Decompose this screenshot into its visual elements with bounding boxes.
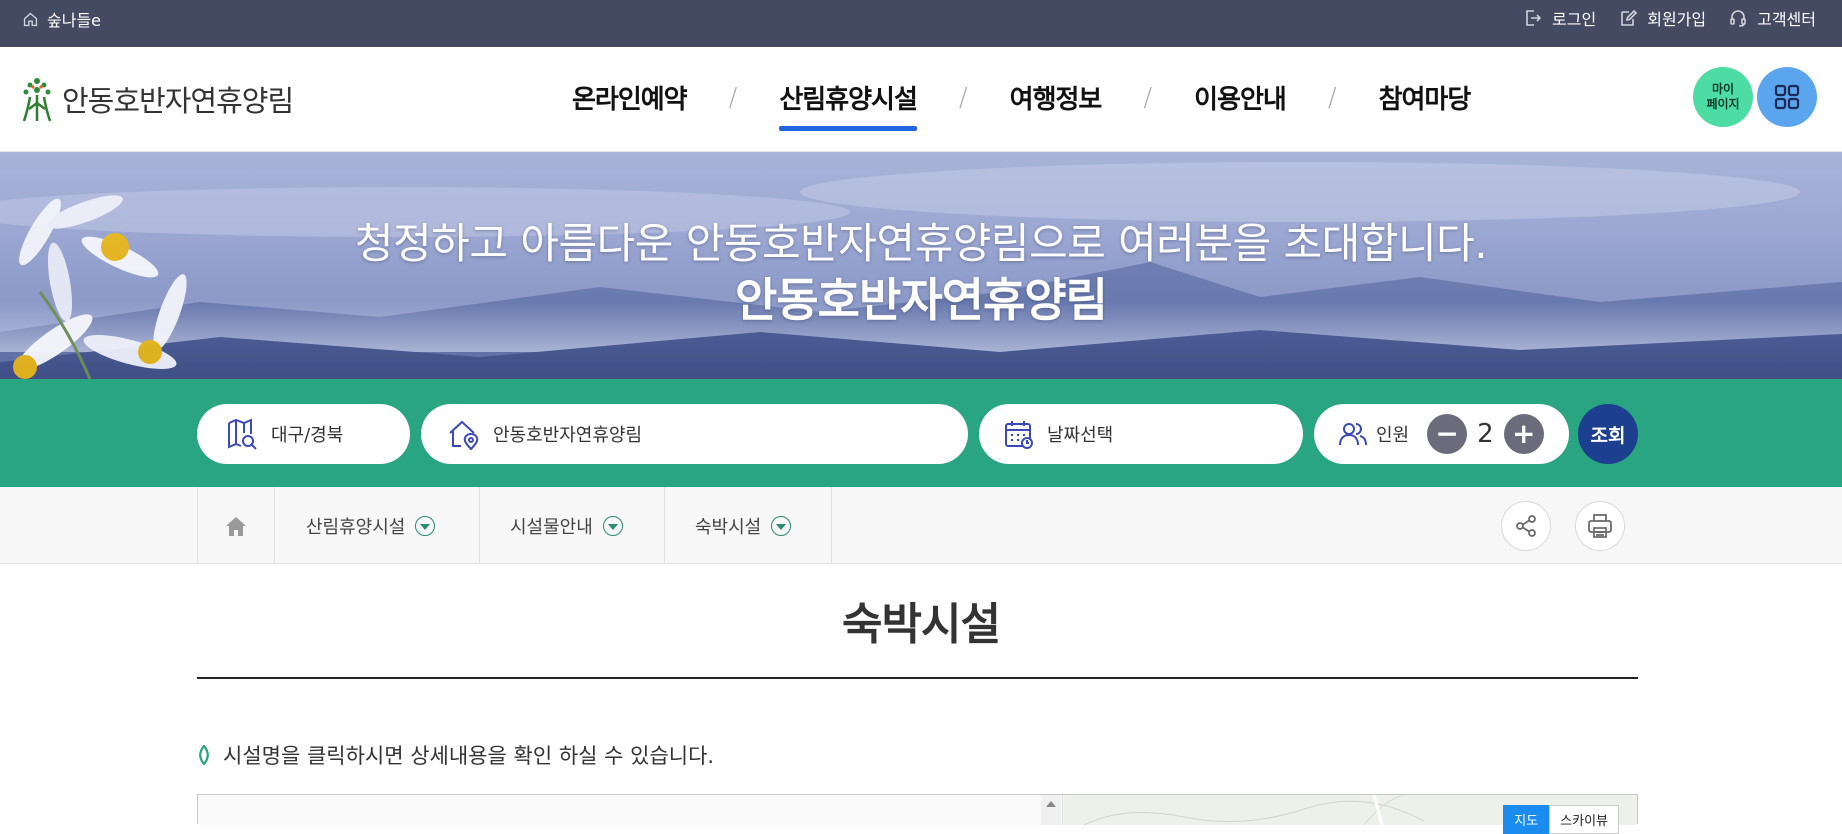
people-label: 인원 xyxy=(1376,425,1410,446)
people-icon xyxy=(1339,423,1367,446)
notice-text: 시설명을 클릭하시면 상세내용을 확인 하실 수 있습니다. xyxy=(223,744,715,768)
search-submit-button[interactable]: 조회 xyxy=(1578,404,1638,464)
list-scrollbar[interactable] xyxy=(1041,795,1061,825)
nav-item-community[interactable]: 참여마당 xyxy=(1367,79,1483,116)
calendar-icon xyxy=(1005,421,1033,449)
date-select[interactable]: 날짜선택 xyxy=(979,404,1303,464)
map-type-skyview[interactable]: 스카이뷰 xyxy=(1549,805,1619,834)
chevron-down-icon xyxy=(415,515,436,536)
login-icon xyxy=(1526,10,1542,26)
site-header: 안동호반자연휴양림 온라인예약 / 산림휴양시설 / 여행정보 / 이용안내 /… xyxy=(0,47,1842,152)
breadcrumb-item-forest-facilities[interactable]: 산림휴양시설 xyxy=(275,487,480,564)
top-utility-bar: 숲나들e 로그인 회원가입 고객센터 xyxy=(0,0,1842,47)
mypage-label-line1: 마이 xyxy=(1711,82,1735,96)
facility-notice: 시설명을 클릭하시면 상세내용을 확인 하실 수 있습니다. xyxy=(197,740,714,770)
date-value: 날짜선택 xyxy=(1047,425,1114,446)
all-menu-button[interactable] xyxy=(1757,67,1817,127)
banner-welcome-text: 청정하고 아름다운 안동호반자연휴양림으로 여러분을 초대합니다. xyxy=(354,219,1488,268)
map-search-icon xyxy=(228,418,257,450)
facility-value: 안동호반자연휴양림 xyxy=(493,425,643,446)
reservation-search-bar: 대구/경북 안동호반자연휴양림 날짜선택 인원 − 2 + 조회 xyxy=(0,379,1842,487)
forest-logo-icon xyxy=(22,78,52,122)
nav-item-forest-facilities[interactable]: 산림휴양시설 xyxy=(767,79,929,131)
map-type-toggle: 지도 스카이뷰 xyxy=(1503,805,1619,834)
nav-separator: / xyxy=(728,82,738,113)
map-type-map[interactable]: 지도 xyxy=(1503,805,1550,834)
share-icon xyxy=(1516,515,1536,537)
headset-icon xyxy=(1730,10,1746,27)
breadcrumb-label: 시설물안내 xyxy=(510,516,593,538)
hero-banner: 청정하고 아름다운 안동호반자연휴양림으로 여러분을 초대합니다. 안동호반자연… xyxy=(0,152,1842,379)
breadcrumb-label: 산림휴양시설 xyxy=(306,516,406,538)
home-icon xyxy=(226,516,246,536)
breadcrumb-home[interactable] xyxy=(198,487,275,564)
support-link[interactable]: 고객센터 xyxy=(1728,6,1816,30)
chevron-down-icon xyxy=(771,515,792,536)
home-link-label: 숲나들e xyxy=(47,11,102,30)
people-count: 2 xyxy=(1477,419,1494,449)
nav-item-travel-info[interactable]: 여행정보 xyxy=(998,79,1114,116)
grid-menu-icon xyxy=(1774,84,1800,110)
breadcrumb-item-facility-guide[interactable]: 시설물안내 xyxy=(480,487,665,564)
main-nav: 온라인예약 / 산림휴양시설 / 여행정보 / 이용안내 / 참여마당 xyxy=(560,79,1483,131)
house-location-icon xyxy=(449,420,479,451)
join-label: 회원가입 xyxy=(1647,10,1707,29)
region-select[interactable]: 대구/경북 xyxy=(197,404,410,464)
minus-button[interactable]: − xyxy=(1427,414,1468,454)
login-link[interactable]: 로그인 xyxy=(1523,6,1596,30)
facility-list[interactable] xyxy=(198,795,1063,825)
nav-separator: / xyxy=(1327,82,1337,113)
edit-icon xyxy=(1621,9,1638,26)
printer-icon xyxy=(1588,514,1612,538)
support-label: 고객센터 xyxy=(1757,10,1816,29)
nav-separator: / xyxy=(1143,82,1153,113)
breadcrumb-item-lodging[interactable]: 숙박시설 xyxy=(665,487,832,564)
page-title: 숙박시설 xyxy=(842,599,1001,650)
facility-select[interactable]: 안동호반자연휴양림 xyxy=(421,404,968,464)
login-label: 로그인 xyxy=(1552,10,1597,29)
scroll-up-icon xyxy=(1046,801,1056,807)
site-logo[interactable]: 안동호반자연휴양림 xyxy=(18,75,294,123)
print-button[interactable] xyxy=(1575,501,1625,551)
home-link[interactable]: 숲나들e xyxy=(22,7,101,31)
logo-text: 안동호반자연휴양림 xyxy=(62,84,294,118)
title-divider xyxy=(197,677,1638,679)
people-selector: 인원 − 2 + xyxy=(1314,404,1569,464)
home-icon xyxy=(23,12,38,26)
nav-item-online-reservation[interactable]: 온라인예약 xyxy=(560,79,699,116)
mypage-button[interactable]: 마이 페이지 xyxy=(1693,67,1753,127)
mypage-label-line2: 페이지 xyxy=(1706,97,1740,111)
join-link[interactable]: 회원가입 xyxy=(1618,6,1706,30)
share-button[interactable] xyxy=(1501,501,1551,551)
facility-map[interactable]: 지도 스카이뷰 xyxy=(1064,795,1637,834)
breadcrumb-label: 숙박시설 xyxy=(695,516,762,538)
facility-map-panel: 지도 스카이뷰 xyxy=(197,794,1638,834)
mypage-label: 마이 페이지 xyxy=(1706,82,1739,112)
chevron-down-icon xyxy=(602,515,623,536)
plus-button[interactable]: + xyxy=(1503,414,1544,454)
breadcrumb-bar: 산림휴양시설 시설물안내 숙박시설 xyxy=(0,487,1842,564)
nav-separator: / xyxy=(958,82,968,113)
leaf-bullet-icon xyxy=(199,745,209,765)
banner-forest-name: 안동호반자연휴양림 xyxy=(735,273,1108,327)
region-value: 대구/경북 xyxy=(271,425,344,446)
utility-menu: 로그인 회원가입 고객센터 xyxy=(1523,6,1816,30)
nav-item-usage-guide[interactable]: 이용안내 xyxy=(1182,79,1298,116)
breadcrumb: 산림휴양시설 시설물안내 숙박시설 xyxy=(197,487,832,564)
